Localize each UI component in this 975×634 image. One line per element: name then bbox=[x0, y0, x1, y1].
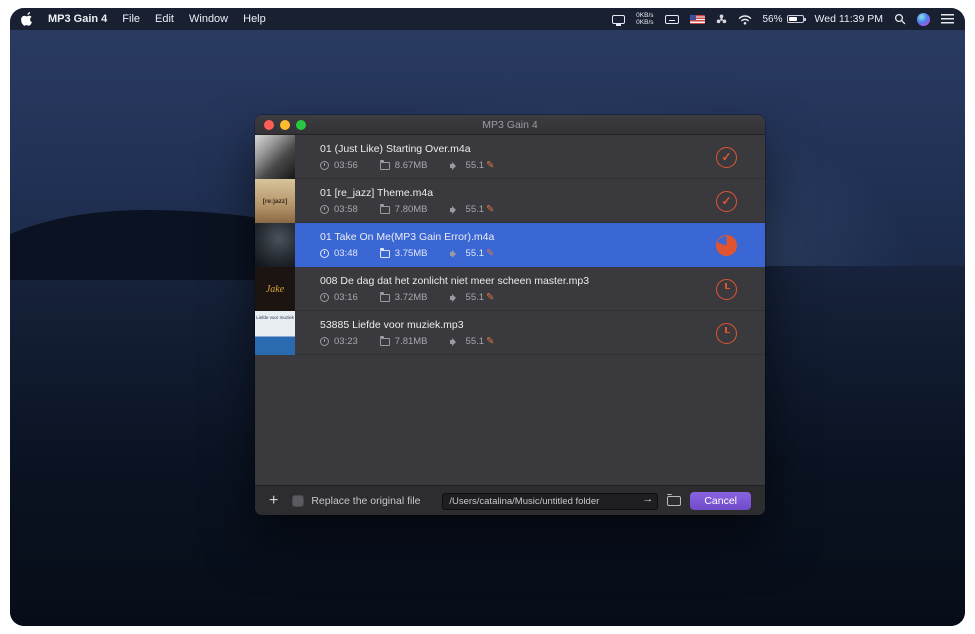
file-size: 8.67MB bbox=[395, 160, 428, 171]
album-art: Liefde voor muziek bbox=[255, 311, 295, 355]
file-name: 01 (Just Like) Starting Over.m4a bbox=[320, 143, 716, 155]
file-duration: 03:56 bbox=[334, 160, 358, 171]
file-name: 008 De dag dat het zonlicht niet meer sc… bbox=[320, 275, 716, 287]
duration-clock-icon bbox=[320, 205, 329, 214]
file-name: 53885 Liefde voor muziek.mp3 bbox=[320, 319, 716, 331]
replace-original-label: Replace the original file bbox=[311, 495, 420, 507]
file-size: 3.72MB bbox=[395, 292, 428, 303]
file-size: 7.81MB bbox=[395, 336, 428, 347]
volume-icon bbox=[450, 293, 461, 302]
add-file-button[interactable]: + bbox=[269, 493, 278, 509]
notification-center-icon[interactable] bbox=[941, 14, 954, 23]
duration-clock-icon bbox=[320, 337, 329, 346]
mp3-gain-window: MP3 Gain 4 01 (Just Like) Starting Over.… bbox=[255, 115, 765, 515]
siri-icon[interactable] bbox=[917, 13, 930, 26]
choose-folder-icon[interactable] bbox=[667, 496, 681, 506]
file-duration: 03:16 bbox=[334, 292, 358, 303]
duration-clock-icon bbox=[320, 161, 329, 170]
file-list: 01 (Just Like) Starting Over.m4a 03:56 8… bbox=[255, 135, 765, 485]
status-done-icon: ✓ bbox=[716, 147, 737, 168]
album-art: Jake bbox=[255, 267, 295, 311]
window-title: MP3 Gain 4 bbox=[255, 119, 765, 131]
file-name: 01 [re_jazz] Theme.m4a bbox=[320, 187, 716, 199]
edit-gain-icon[interactable]: ✎ bbox=[486, 160, 494, 171]
file-row[interactable]: Liefde voor muziek 53885 Liefde voor muz… bbox=[255, 311, 765, 355]
status-progress-icon bbox=[716, 235, 737, 256]
battery-icon bbox=[787, 15, 804, 24]
menu-bar-clock[interactable]: Wed 11:39 PM bbox=[815, 13, 883, 25]
desktop-wallpaper: MP3 Gain 4 File Edit Window Help 0KB/s 0… bbox=[10, 8, 965, 626]
menu-window[interactable]: Window bbox=[189, 13, 228, 25]
file-duration: 03:58 bbox=[334, 204, 358, 215]
replace-original-checkbox[interactable] bbox=[292, 495, 304, 507]
file-row[interactable]: [re:jazz] 01 [re_jazz] Theme.m4a 03:58 7… bbox=[255, 179, 765, 223]
app-menu-title[interactable]: MP3 Gain 4 bbox=[48, 13, 107, 25]
file-folder-icon bbox=[380, 250, 390, 258]
status-done-icon: ✓ bbox=[716, 191, 737, 212]
status-pending-icon bbox=[716, 323, 737, 344]
fan-icon[interactable] bbox=[716, 14, 727, 25]
cancel-button[interactable]: Cancel bbox=[690, 492, 751, 510]
album-art-text: [re:jazz] bbox=[263, 198, 288, 205]
window-title-bar[interactable]: MP3 Gain 4 bbox=[255, 115, 765, 135]
volume-icon bbox=[450, 205, 461, 214]
gain-value: 55.1 bbox=[466, 204, 485, 215]
edit-gain-icon[interactable]: ✎ bbox=[486, 248, 494, 259]
go-arrow-button[interactable]: → bbox=[642, 493, 653, 505]
file-folder-icon bbox=[380, 338, 390, 346]
album-art bbox=[255, 135, 295, 179]
file-size: 3.75MB bbox=[395, 248, 428, 259]
volume-icon bbox=[450, 161, 461, 170]
file-duration: 03:23 bbox=[334, 336, 358, 347]
file-row[interactable]: Jake 008 De dag dat het zonlicht niet me… bbox=[255, 267, 765, 311]
file-row[interactable]: 01 (Just Like) Starting Over.m4a 03:56 8… bbox=[255, 135, 765, 179]
file-folder-icon bbox=[380, 206, 390, 214]
menu-help[interactable]: Help bbox=[243, 13, 266, 25]
gain-value: 55.1 bbox=[466, 160, 485, 171]
duration-clock-icon bbox=[320, 293, 329, 302]
file-name: 01 Take On Me(MP3 Gain Error).m4a bbox=[320, 231, 716, 243]
minimize-window-button[interactable] bbox=[280, 120, 290, 130]
file-folder-icon bbox=[380, 294, 390, 302]
album-art bbox=[255, 223, 295, 267]
zoom-window-button[interactable] bbox=[296, 120, 306, 130]
window-footer: + Replace the original file → Cancel bbox=[255, 485, 765, 515]
album-art-text: Liefde voor muziek bbox=[256, 315, 294, 320]
edit-gain-icon[interactable]: ✎ bbox=[486, 292, 494, 303]
input-source-flag-icon[interactable] bbox=[690, 15, 705, 24]
menu-file[interactable]: File bbox=[122, 13, 140, 25]
gain-value: 55.1 bbox=[466, 248, 485, 259]
album-art-text: Jake bbox=[266, 284, 284, 295]
wifi-icon[interactable] bbox=[738, 14, 752, 25]
apple-menu-icon[interactable] bbox=[21, 12, 33, 26]
gain-value: 55.1 bbox=[466, 292, 485, 303]
spotlight-search-icon[interactable] bbox=[894, 13, 906, 25]
output-path-input[interactable] bbox=[442, 493, 658, 510]
keyboard-icon[interactable] bbox=[665, 15, 679, 24]
network-speed-indicator[interactable]: 0KB/s 0KB/s bbox=[636, 12, 653, 26]
file-size: 7.80MB bbox=[395, 204, 428, 215]
display-status-icon[interactable] bbox=[612, 15, 625, 24]
file-duration: 03:48 bbox=[334, 248, 358, 259]
net-up-label: 0KB/s bbox=[636, 12, 653, 19]
menu-bar: MP3 Gain 4 File Edit Window Help 0KB/s 0… bbox=[10, 8, 965, 30]
close-window-button[interactable] bbox=[264, 120, 274, 130]
battery-indicator[interactable]: 56% bbox=[763, 14, 804, 25]
album-art: [re:jazz] bbox=[255, 179, 295, 223]
volume-icon bbox=[450, 249, 461, 258]
edit-gain-icon[interactable]: ✎ bbox=[486, 336, 494, 347]
duration-clock-icon bbox=[320, 249, 329, 258]
net-down-label: 0KB/s bbox=[636, 19, 653, 26]
menu-edit[interactable]: Edit bbox=[155, 13, 174, 25]
battery-percent-label: 56% bbox=[763, 14, 783, 25]
file-folder-icon bbox=[380, 162, 390, 170]
volume-icon bbox=[450, 337, 461, 346]
traffic-lights bbox=[264, 120, 306, 130]
edit-gain-icon[interactable]: ✎ bbox=[486, 204, 494, 215]
status-pending-icon bbox=[716, 279, 737, 300]
file-row-selected[interactable]: 01 Take On Me(MP3 Gain Error).m4a 03:48 … bbox=[255, 223, 765, 267]
gain-value: 55.1 bbox=[466, 336, 485, 347]
